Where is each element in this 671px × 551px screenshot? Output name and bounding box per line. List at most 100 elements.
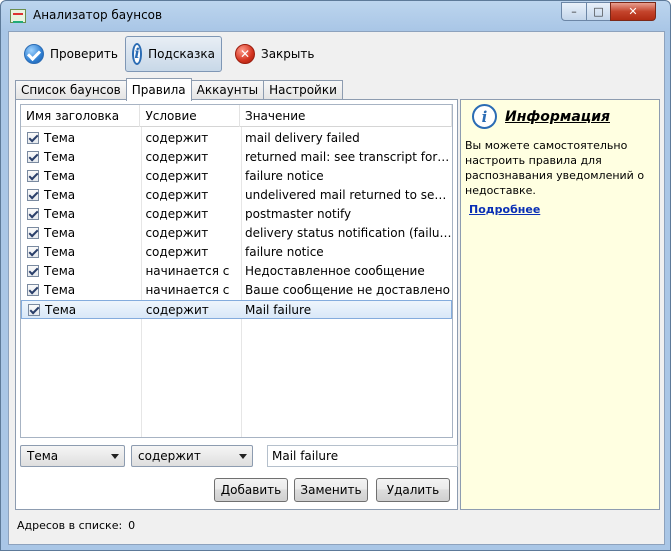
table-row[interactable]: Тема содержит delivery status notification…	[21, 224, 452, 243]
field-cell: Тема	[22, 301, 141, 319]
field-cell: Тема	[21, 281, 140, 299]
title-bar[interactable]: Анализатор баунсов – □ ✕	[1, 1, 670, 31]
value-cell: mail delivery failed	[245, 131, 360, 145]
close-button-label: Закрыть	[261, 47, 315, 61]
header-value[interactable]: Значение	[240, 105, 452, 127]
window-title: Анализатор баунсов	[33, 8, 163, 22]
toolbar: Проверить i Подсказка ✕ Закрыть	[9, 32, 664, 76]
table-row[interactable]: Тема начинается с Недоставленное сообщение	[21, 262, 452, 281]
row-checkbox[interactable]	[27, 265, 39, 277]
condition-cell: содержит	[145, 245, 209, 259]
tab-bar: Список баунсов Правила Аккаунты Настройк…	[15, 78, 343, 101]
field-name: Тема	[44, 207, 76, 221]
row-checkbox[interactable]	[27, 170, 39, 182]
info-icon: i	[132, 43, 143, 65]
app-icon	[10, 9, 26, 23]
rules-grid[interactable]: Имя заголовка Условие Значение Тема содер…	[20, 104, 453, 438]
tab-accounts[interactable]: Аккаунты	[190, 80, 265, 100]
grid-rows: Тема содержит mail delivery failed Тема соде…	[21, 129, 452, 319]
grid-header: Имя заголовка Условие Значение	[21, 105, 452, 127]
condition-combo[interactable]: содержит	[131, 445, 253, 467]
value-cell: failure notice	[245, 169, 324, 183]
check-button[interactable]: Проверить	[17, 36, 125, 72]
status-label: Адресов в списке:	[17, 519, 123, 532]
add-button[interactable]: Добавить	[214, 478, 288, 502]
table-row[interactable]: Тема содержит undelivered mail returned to…	[21, 186, 452, 205]
field-combo[interactable]: Тема	[20, 445, 125, 467]
close-window-button[interactable]: ✕	[610, 2, 656, 21]
table-row[interactable]: Тема содержит mail delivery failed	[21, 129, 452, 148]
value-cell: returned mail: see transcript for det...	[245, 150, 452, 164]
field-name: Тема	[45, 303, 77, 317]
row-checkbox[interactable]	[27, 208, 39, 220]
row-checkbox[interactable]	[27, 151, 39, 163]
value-cell: postmaster notify	[245, 207, 352, 221]
status-count: 0	[128, 519, 136, 532]
maximize-button[interactable]: □	[586, 2, 611, 21]
row-checkbox[interactable]	[27, 189, 39, 201]
table-row[interactable]: Тема содержит failure notice	[21, 243, 452, 262]
close-button[interactable]: ✕ Закрыть	[228, 36, 321, 72]
close-icon: ✕	[235, 44, 255, 64]
info-icon: i	[472, 104, 497, 129]
row-checkbox[interactable]	[28, 304, 40, 316]
hint-button[interactable]: i Подсказка	[125, 36, 222, 72]
value-cell: Mail failure	[245, 303, 312, 317]
condition-combo-value: содержит	[138, 449, 201, 463]
value-cell: failure notice	[245, 245, 324, 259]
info-title: Информация	[505, 109, 610, 125]
status-bar: Адресов в списке: 0	[17, 519, 141, 532]
chevron-down-icon	[111, 454, 119, 459]
condition-cell: содержит	[145, 169, 209, 183]
value-cell: Ваше сообщение не доставлено	[245, 283, 450, 297]
field-cell: Тема	[21, 167, 140, 185]
condition-cell: содержит	[145, 150, 209, 164]
condition-cell: содержит	[145, 226, 209, 240]
more-link[interactable]: Подробнее	[469, 203, 540, 216]
tab-bounce-list[interactable]: Список баунсов	[15, 80, 127, 100]
field-cell: Тема	[21, 205, 140, 223]
table-row[interactable]: Тема содержит Mail failure	[21, 300, 452, 319]
field-name: Тема	[44, 169, 76, 183]
field-cell: Тема	[21, 186, 140, 204]
field-name: Тема	[44, 245, 76, 259]
condition-cell: содержит	[145, 207, 209, 221]
rules-panel: Имя заголовка Условие Значение Тема содер…	[15, 99, 458, 510]
table-row[interactable]: Тема содержит postmaster notify	[21, 205, 452, 224]
field-cell: Тема	[21, 224, 140, 242]
row-checkbox[interactable]	[27, 227, 39, 239]
table-row[interactable]: Тема содержит returned mail: see transcrip…	[21, 148, 452, 167]
chevron-down-icon	[239, 454, 247, 459]
hint-button-label: Подсказка	[148, 47, 215, 61]
replace-button[interactable]: Заменить	[294, 478, 368, 502]
delete-button[interactable]: Удалить	[376, 478, 450, 502]
field-cell: Тема	[21, 129, 140, 147]
value-cell: delivery status notification (failure)	[245, 226, 452, 240]
value-cell: undelivered mail returned to sender	[245, 188, 452, 202]
row-checkbox[interactable]	[27, 284, 39, 296]
field-name: Тема	[44, 264, 76, 278]
table-row[interactable]: Тема начинается с Ваше сообщение не достав…	[21, 281, 452, 300]
tab-rules[interactable]: Правила	[125, 78, 192, 101]
field-name: Тема	[44, 150, 76, 164]
field-cell: Тема	[21, 262, 140, 280]
value-input[interactable]	[267, 445, 458, 467]
tab-settings[interactable]: Настройки	[263, 80, 343, 100]
row-checkbox[interactable]	[27, 246, 39, 258]
check-button-label: Проверить	[50, 47, 118, 61]
condition-cell: содержит	[145, 131, 209, 145]
table-row[interactable]: Тема содержит failure notice	[21, 167, 452, 186]
field-cell: Тема	[21, 243, 140, 261]
condition-cell: начинается с	[145, 264, 230, 278]
header-condition[interactable]: Условие	[140, 105, 240, 127]
minimize-button[interactable]: –	[561, 2, 587, 21]
row-checkbox[interactable]	[27, 132, 39, 144]
header-field-name[interactable]: Имя заголовка	[21, 105, 141, 127]
field-cell: Тема	[21, 148, 140, 166]
value-cell: Недоставленное сообщение	[245, 264, 425, 278]
field-combo-value: Тема	[27, 449, 59, 463]
field-name: Тема	[44, 283, 76, 297]
condition-cell: содержит	[145, 188, 209, 202]
check-icon	[24, 44, 44, 64]
field-name: Тема	[44, 226, 76, 240]
